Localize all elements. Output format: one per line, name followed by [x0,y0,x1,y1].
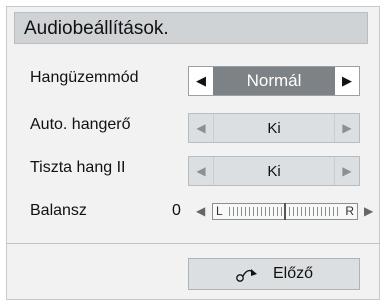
previous-button-label: Előző [272,265,314,282]
page-title: Audiobeállítások. [24,18,169,39]
balance-label: Balansz [30,202,87,219]
audio-settings-panel [6,6,380,300]
previous-button[interactable]: Előző [188,258,360,290]
auto-volume-value: Ki [213,114,335,142]
right-arrow-icon[interactable]: ▶ [335,114,359,142]
clear-voice-label: Tiszta hang II [30,159,126,176]
left-arrow-icon[interactable]: ◀ [189,67,213,95]
balance-indicator[interactable] [284,203,286,220]
sound-mode-selector[interactable]: ◀ Normál ▶ [188,66,360,96]
left-arrow-icon[interactable]: ◀ [189,114,213,142]
title-bar: Audiobeállítások. [14,12,368,44]
back-return-icon [236,269,257,282]
sound-mode-value: Normál [213,67,335,95]
balance-value: 0 [172,202,181,219]
left-arrow-icon[interactable]: ◀ [196,204,205,218]
divider [6,243,380,244]
auto-volume-label: Auto. hangerő [30,116,131,133]
auto-volume-selector[interactable]: ◀ Ki ▶ [188,113,360,143]
right-arrow-icon[interactable]: ▶ [335,157,359,185]
clear-voice-selector[interactable]: ◀ Ki ▶ [188,156,360,186]
right-arrow-icon[interactable]: ▶ [364,204,373,218]
balance-slider[interactable]: L R [212,203,358,220]
right-arrow-icon[interactable]: ▶ [335,67,359,95]
balance-right-label: R [345,204,354,218]
balance-left-label: L [216,204,223,218]
left-arrow-icon[interactable]: ◀ [189,157,213,185]
clear-voice-value: Ki [213,157,335,185]
sound-mode-label: Hangüzemmód [30,69,139,86]
